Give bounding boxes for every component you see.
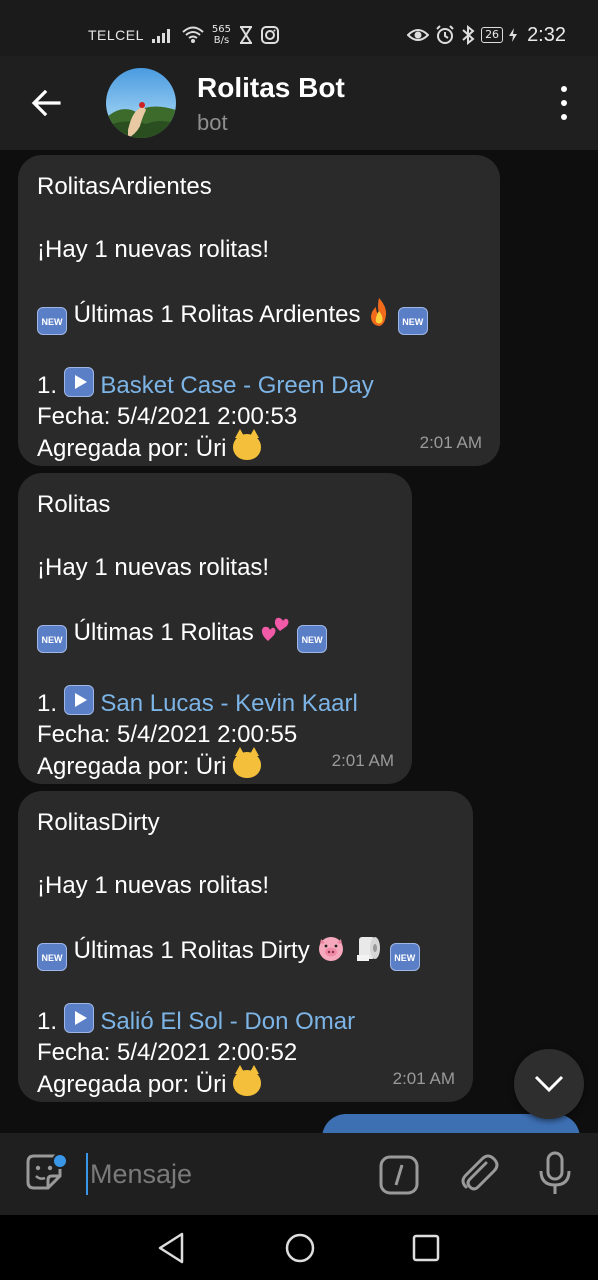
song-link[interactable]: San Lucas - Kevin Kaarl [100,690,357,717]
message-time: 2:01 AM [392,1068,455,1088]
voice-record-button[interactable] [538,1151,572,1197]
item-number: 1. [37,1007,58,1035]
song-link[interactable]: Basket Case - Green Day [100,372,373,399]
message-added-by: Agregada por: Üri [37,434,227,462]
fire-icon [371,298,387,326]
message-heading-line: NEW Últimas 1 Rolitas NEW [37,615,392,653]
message-song-line: 1. San Lucas - Kevin Kaarl [37,684,392,720]
network-speed: 565 B/s [212,24,231,46]
carrier-label: TELCEL [88,27,144,43]
message-bubble[interactable]: Rolitas ¡Hay 1 nuevas rolitas! NEW Últim… [18,473,412,784]
new-badge-icon: NEW [37,307,67,335]
nav-back-button[interactable] [156,1231,186,1265]
new-badge-icon: NEW [297,625,328,653]
chevron-down-icon [534,1075,564,1093]
status-left: TELCEL 565 B/s [88,24,280,46]
message-announce: ¡Hay 1 nuevas rolitas! [37,236,270,263]
new-badge-icon: NEW [389,943,420,971]
play-icon [63,1002,94,1033]
instagram-icon [261,26,280,44]
message-heading: Últimas 1 Rolitas Ardientes [73,301,361,328]
new-badge-icon: NEW [37,943,67,971]
message-song-line: 1. Salió El Sol - Don Omar [37,1002,453,1038]
item-number: 1. [37,371,58,399]
message-composer [0,1133,598,1215]
eye-icon [407,29,430,41]
avatar-photo [106,68,176,138]
message-channel: RolitasDirty [37,809,160,836]
song-link[interactable]: Salió El Sol - Don Omar [100,1008,355,1035]
message-heading: Últimas 1 Rolitas Dirty [73,937,310,964]
avatar[interactable] [106,68,176,138]
triangle-back-icon [158,1232,184,1264]
message-input[interactable] [86,1153,356,1195]
bluetooth-icon [462,25,475,45]
circle-home-icon [285,1233,315,1263]
message-time: 2:01 AM [419,432,482,452]
pig-face-icon [319,937,344,961]
message-announce: ¡Hay 1 nuevas rolitas! [37,554,270,581]
back-button[interactable] [22,82,70,124]
two-hearts-icon [262,617,289,641]
clock: 2:32 [527,23,566,46]
message-added-by: Agregada por: Üri [37,1070,227,1098]
toilet-paper-icon [357,937,381,961]
message-bubble[interactable]: RolitasDirty ¡Hay 1 nuevas rolitas! NEW … [18,791,473,1102]
play-icon [63,366,94,397]
message-heading: Últimas 1 Rolitas [73,619,254,646]
nav-recents-button[interactable] [411,1233,441,1263]
wifi-icon [182,26,204,43]
attach-button[interactable] [458,1151,500,1195]
message-added-by-line: Agregada por: Üri [37,1064,453,1101]
speed-unit: B/s [213,35,230,46]
message-channel: Rolitas [37,491,111,518]
status-bar: TELCEL 565 B/s 26 2:32 [0,0,598,56]
smirk-cat-icon [233,746,262,778]
smirk-cat-icon [233,428,262,460]
scroll-to-bottom-button[interactable] [514,1049,584,1119]
message-added-by-line: Agregada por: Üri [37,428,480,465]
chat-messages[interactable]: RolitasArdientes ¡Hay 1 nuevas rolitas! … [0,150,598,1133]
more-options-button[interactable] [554,86,574,120]
more-vert-icon [561,86,567,92]
message-song-line: 1. Basket Case - Green Day [37,366,480,402]
status-right: 26 2:32 [407,22,566,48]
alarm-icon [436,25,454,44]
play-icon [63,684,94,715]
message-time: 2:01 AM [331,750,394,770]
hourglass-icon [240,26,253,44]
microphone-icon [539,1151,571,1194]
battery-icon: 26 [481,27,504,43]
message-announce: ¡Hay 1 nuevas rolitas! [37,872,270,899]
notification-dot [52,1153,68,1169]
message-added-by: Agregada por: Üri [37,752,227,780]
slash-command-icon [379,1155,419,1195]
new-badge-icon: NEW [397,307,428,335]
chat-header: Rolitas Bot bot [0,56,598,150]
message-bubble[interactable]: RolitasArdientes ¡Hay 1 nuevas rolitas! … [18,155,500,466]
chat-title: Rolitas Bot [197,72,345,103]
battery-level: 26 [485,28,500,41]
new-badge-icon: NEW [37,625,67,653]
charging-icon [509,28,518,42]
chat-subtitle: bot [197,110,228,135]
bot-commands-button[interactable] [379,1155,419,1195]
speed-value: 565 [211,24,232,35]
message-heading-line: NEW Últimas 1 Rolitas Dirty NEW [37,933,453,971]
signal-icon [151,29,170,43]
square-recents-icon [412,1234,440,1262]
message-heading-line: NEW Últimas 1 Rolitas Ardientes NEW [37,297,480,335]
message-channel: RolitasArdientes [37,173,212,200]
item-number: 1. [37,689,58,717]
nav-home-button[interactable] [284,1232,316,1264]
arrow-left-icon [31,90,61,116]
system-nav-bar [0,1215,598,1280]
smirk-cat-icon [233,1064,262,1096]
paperclip-icon [461,1154,499,1191]
